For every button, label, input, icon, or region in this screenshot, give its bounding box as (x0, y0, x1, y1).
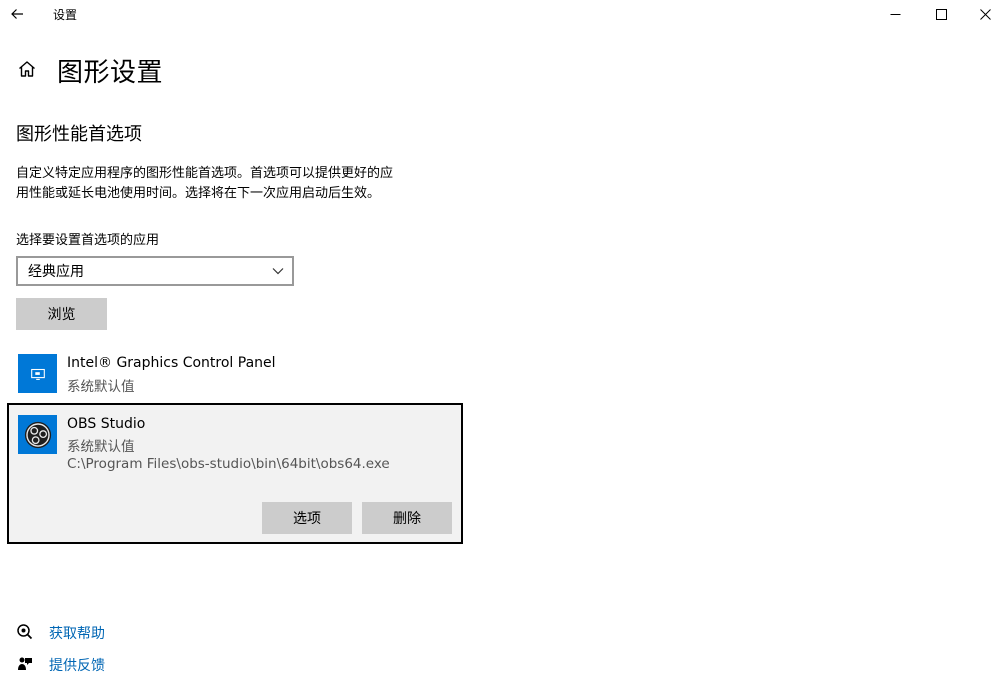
description-line: 用性能或延长电池使用时间。选择将在下一次应用启动后生效。 (16, 186, 381, 201)
back-arrow-icon (11, 9, 23, 19)
maximize-icon (935, 8, 947, 20)
section-title: 图形性能首选项 (16, 124, 142, 145)
delete-button[interactable]: 删除 (362, 502, 452, 534)
section-description: 自定义特定应用程序的图形性能首选项。首选项可以提供更好的应 用性能或延长电池使用… (16, 164, 466, 204)
feedback-link-row[interactable]: 提供反馈 (16, 654, 105, 674)
obs-logo-icon (24, 421, 51, 448)
get-help-link-row[interactable]: 获取帮助 (16, 622, 105, 642)
feedback-person-icon (18, 657, 32, 670)
back-button[interactable] (0, 0, 34, 28)
app-preference: 系统默认值 (67, 379, 135, 395)
app-list-item-obs[interactable]: OBS Studio 系统默认值 C:\Program Files\obs-st… (7, 403, 463, 544)
feedback-link[interactable]: 提供反馈 (49, 655, 105, 674)
page-title: 图形设置 (57, 58, 164, 88)
browse-button[interactable]: 浏览 (16, 298, 107, 330)
help-chat-icon (17, 624, 33, 640)
close-icon (979, 8, 991, 20)
app-type-label: 选择要设置首选项的应用 (16, 233, 160, 248)
dropdown-selected-value: 经典应用 (28, 264, 84, 280)
chevron-down-icon (272, 268, 284, 275)
window-title: 设置 (53, 8, 78, 22)
obs-studio-icon (18, 415, 57, 454)
options-button[interactable]: 选项 (262, 502, 352, 534)
intel-graphics-icon (18, 354, 57, 393)
home-icon[interactable] (17, 59, 37, 79)
maximize-button[interactable] (918, 0, 964, 28)
app-name: OBS Studio (67, 416, 146, 432)
minimize-icon (890, 13, 900, 15)
app-name: Intel® Graphics Control Panel (67, 355, 276, 371)
app-path: C:\Program Files\obs-studio\bin\64bit\ob… (67, 456, 390, 472)
app-preference: 系统默认值 (67, 439, 135, 455)
app-type-dropdown[interactable]: 经典应用 (16, 256, 294, 286)
get-help-link[interactable]: 获取帮助 (49, 623, 105, 643)
minimize-button[interactable] (872, 0, 918, 28)
description-line: 自定义特定应用程序的图形性能首选项。首选项可以提供更好的应 (16, 166, 394, 181)
title-bar: 设置 (0, 0, 1004, 30)
close-button[interactable] (962, 0, 1004, 28)
settings-window: 设置 图形设置 图形性能首选项 自定义特定应用程序的图形性能首选项。首选项可以提… (0, 0, 1004, 674)
monitor-icon (30, 368, 45, 380)
app-list-item-intel[interactable]: Intel® Graphics Control Panel 系统默认值 (16, 350, 462, 398)
